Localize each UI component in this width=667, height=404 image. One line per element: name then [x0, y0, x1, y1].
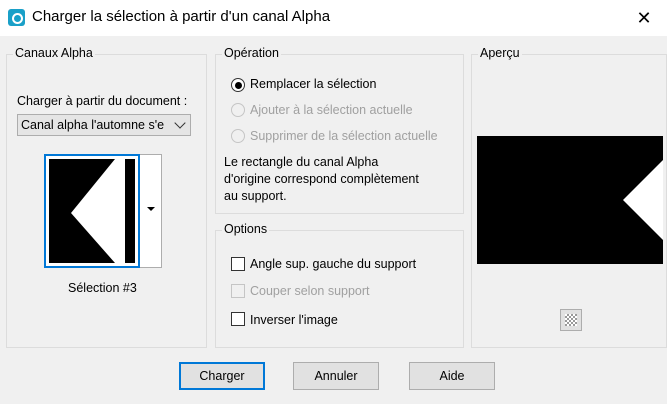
- load-from-document-label: Charger à partir du document :: [17, 94, 188, 108]
- options-group-title: Options: [222, 222, 270, 236]
- operation-group-title: Opération: [222, 46, 281, 60]
- top-left-corner-label[interactable]: Angle sup. gauche du support: [250, 257, 416, 271]
- chevron-down-icon: [174, 117, 186, 129]
- add-to-selection-label[interactable]: Ajouter à la sélection actuelle: [250, 103, 413, 117]
- top-left-corner-checkbox[interactable]: [231, 257, 245, 271]
- clip-to-canvas-checkbox[interactable]: [231, 284, 245, 298]
- subtract-from-selection-label[interactable]: Supprimer de la sélection actuelle: [250, 129, 438, 143]
- selection-shape-icon: [71, 159, 125, 263]
- replace-selection-radio[interactable]: [231, 78, 245, 92]
- preview-group-title: Aperçu: [478, 46, 522, 60]
- cancel-button[interactable]: Annuler: [293, 362, 379, 390]
- window-title: Charger la sélection à partir d'un canal…: [32, 8, 331, 25]
- title-bar: Charger la sélection à partir d'un canal…: [0, 0, 667, 36]
- operation-info-line-1: Le rectangle du canal Alpha: [224, 155, 379, 169]
- alpha-channel-thumbnail[interactable]: [44, 154, 140, 268]
- add-to-selection-radio[interactable]: [231, 103, 245, 117]
- close-icon: ✕: [636, 7, 652, 28]
- preview-canvas: [477, 136, 663, 264]
- dialog-body: Canaux Alpha Charger à partir du documen…: [0, 36, 667, 404]
- thumbnail-dropdown-button[interactable]: [140, 154, 162, 268]
- preview-background-button[interactable]: [560, 309, 582, 331]
- subtract-from-selection-radio[interactable]: [231, 129, 245, 143]
- alpha-channels-group-title: Canaux Alpha: [13, 46, 95, 60]
- app-icon: [8, 9, 25, 26]
- invert-image-label[interactable]: Inverser l'image: [250, 313, 338, 327]
- document-select[interactable]: Canal alpha l'automne s'e: [17, 114, 191, 136]
- clip-to-canvas-label[interactable]: Couper selon support: [250, 284, 370, 298]
- replace-selection-label[interactable]: Remplacer la sélection: [250, 77, 376, 91]
- selection-name: Sélection #3: [68, 281, 137, 295]
- invert-image-checkbox[interactable]: [231, 312, 245, 326]
- close-button[interactable]: ✕: [621, 0, 667, 36]
- document-select-value: Canal alpha l'automne s'e: [21, 118, 165, 132]
- operation-info-line-2: d'origine correspond complètement: [224, 172, 419, 186]
- help-button[interactable]: Aide: [409, 362, 495, 390]
- thumbnail-image: [49, 159, 135, 263]
- load-button[interactable]: Charger: [179, 362, 265, 390]
- operation-info-line-3: au support.: [224, 189, 287, 203]
- preview-shape-icon: [623, 160, 663, 240]
